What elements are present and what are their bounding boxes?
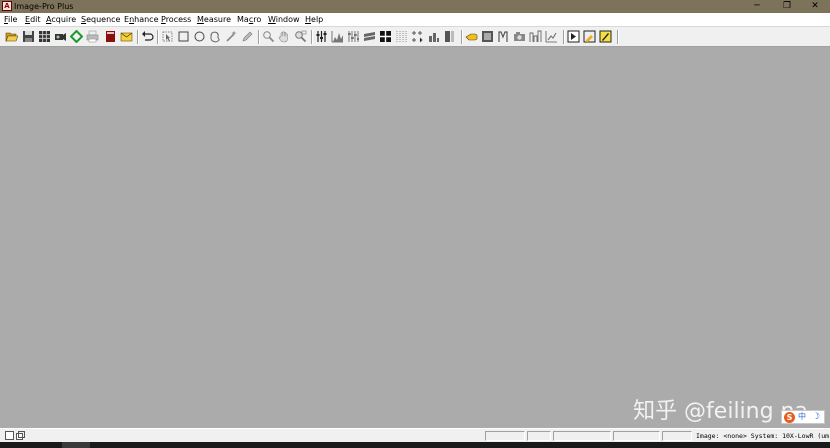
book-icon[interactable]	[104, 30, 117, 43]
title-bar[interactable]: A Image-Pro Plus ─ ❐ ✕	[0, 0, 830, 13]
undo-icon[interactable]	[141, 30, 154, 43]
ime-logo-icon: S	[784, 412, 795, 423]
menu-acquire-label-post: cquire	[51, 15, 77, 24]
menu-edit[interactable]: Edit	[25, 13, 41, 26]
cycle-icon[interactable]	[70, 30, 83, 43]
minimize-button[interactable]: ─	[742, 0, 772, 13]
ime-mode: 中	[798, 412, 806, 421]
close-button[interactable]: ✕	[800, 0, 830, 13]
menu-bar: File Edit Acquire Sequence Enhance Proce…	[0, 13, 830, 26]
camera-acquire-icon[interactable]	[54, 30, 67, 43]
toolbar-separator	[563, 30, 564, 44]
ime-indicator[interactable]: S 中 ☽	[781, 410, 825, 424]
menu-sequence-label-post: equence	[86, 15, 121, 24]
toolbar-separator	[311, 30, 312, 44]
segment-icon[interactable]	[379, 30, 392, 43]
menu-file[interactable]: File	[4, 13, 17, 26]
equalize-icon[interactable]	[347, 30, 360, 43]
status-text: Image: <none> System: 10X-LowR (um)	[696, 432, 830, 440]
mail-icon[interactable]	[120, 30, 133, 43]
print-icon[interactable]	[86, 30, 99, 43]
menu-macro[interactable]: Macro	[237, 13, 261, 26]
select-pointer-icon[interactable]	[161, 30, 174, 43]
toolbar-separator	[258, 30, 259, 44]
window-title: Image-Pro Plus	[14, 2, 74, 11]
arrows-icon[interactable]	[411, 30, 424, 43]
status-panel	[613, 431, 660, 441]
toolbar-separator	[617, 30, 618, 44]
status-panel	[662, 431, 692, 441]
status-panel	[527, 431, 551, 441]
menu-help-label-post: elp	[311, 15, 324, 24]
menu-window[interactable]: Window	[268, 13, 300, 26]
maximize-button[interactable]: ❐	[772, 0, 802, 13]
menu-window-label-post: indow	[275, 15, 300, 24]
save-icon[interactable]	[22, 30, 35, 43]
moon-icon: ☽	[812, 412, 821, 422]
label-icon[interactable]	[513, 30, 526, 43]
menu-measure-label-post: easure	[203, 15, 232, 24]
calibration-icon[interactable]	[545, 30, 558, 43]
zoom-region-icon[interactable]	[294, 30, 307, 43]
contrast-icon[interactable]	[315, 30, 328, 43]
ellipse-aoi-icon[interactable]	[193, 30, 206, 43]
toolbar-separator	[461, 30, 462, 44]
menu-acquire[interactable]: Acquire	[46, 13, 76, 26]
taskbar-strip	[0, 442, 830, 448]
image-window-icon[interactable]	[481, 30, 494, 43]
hand-icon[interactable]	[278, 30, 291, 43]
menu-process-label-post: rocess	[165, 15, 192, 24]
macro-edit-icon[interactable]	[599, 30, 612, 43]
menu-window-label-accel: W	[268, 15, 276, 24]
taskbar-button[interactable]	[62, 442, 90, 448]
filter-icon[interactable]	[363, 30, 376, 43]
pointer-hand-icon[interactable]	[465, 30, 478, 43]
vertical-bar-icon[interactable]	[443, 30, 456, 43]
rectangle-aoi-icon[interactable]	[177, 30, 190, 43]
macro-record-icon[interactable]	[583, 30, 596, 43]
menu-enhance[interactable]: Enhance	[124, 13, 159, 26]
irregular-aoi-icon[interactable]	[209, 30, 222, 43]
toolbar-separator	[157, 30, 158, 44]
status-bar: Image: <none> System: 10X-LowR (um)	[0, 428, 830, 442]
histogram-icon[interactable]	[331, 30, 344, 43]
toolbar	[0, 26, 830, 47]
count-icon[interactable]	[497, 30, 510, 43]
zoom-icon[interactable]	[262, 30, 275, 43]
menu-enhance-label-post: hance	[134, 15, 159, 24]
menu-file-label-post: ile	[8, 15, 18, 24]
macro-run-icon[interactable]	[567, 30, 580, 43]
app-icon[interactable]: A	[2, 1, 12, 11]
pen-icon[interactable]	[241, 30, 254, 43]
dotted-grid-icon[interactable]	[395, 30, 408, 43]
menu-measure[interactable]: Measure	[197, 13, 231, 26]
menu-help[interactable]: Help	[305, 13, 323, 26]
status-panel	[485, 431, 525, 441]
window-mode-icon[interactable]	[5, 431, 14, 440]
bar-chart-icon[interactable]	[427, 30, 440, 43]
menu-macro-label-pre: Ma	[237, 15, 249, 24]
menu-measure-label-accel: M	[197, 15, 204, 24]
open-folder-icon[interactable]	[5, 30, 18, 43]
magic-wand-icon[interactable]	[225, 30, 238, 43]
menu-sequence[interactable]: Sequence	[81, 13, 120, 26]
toolbar-separator	[137, 30, 138, 44]
menu-macro-label-post: ro	[253, 15, 262, 24]
grid-icon[interactable]	[38, 30, 51, 43]
menu-edit-label-post: dit	[30, 15, 41, 24]
camera-icon[interactable]	[529, 30, 542, 43]
mdi-workspace[interactable]	[0, 47, 830, 428]
menu-process[interactable]: Process	[161, 13, 191, 26]
status-panel	[553, 431, 611, 441]
cascade-icon[interactable]	[16, 431, 25, 440]
